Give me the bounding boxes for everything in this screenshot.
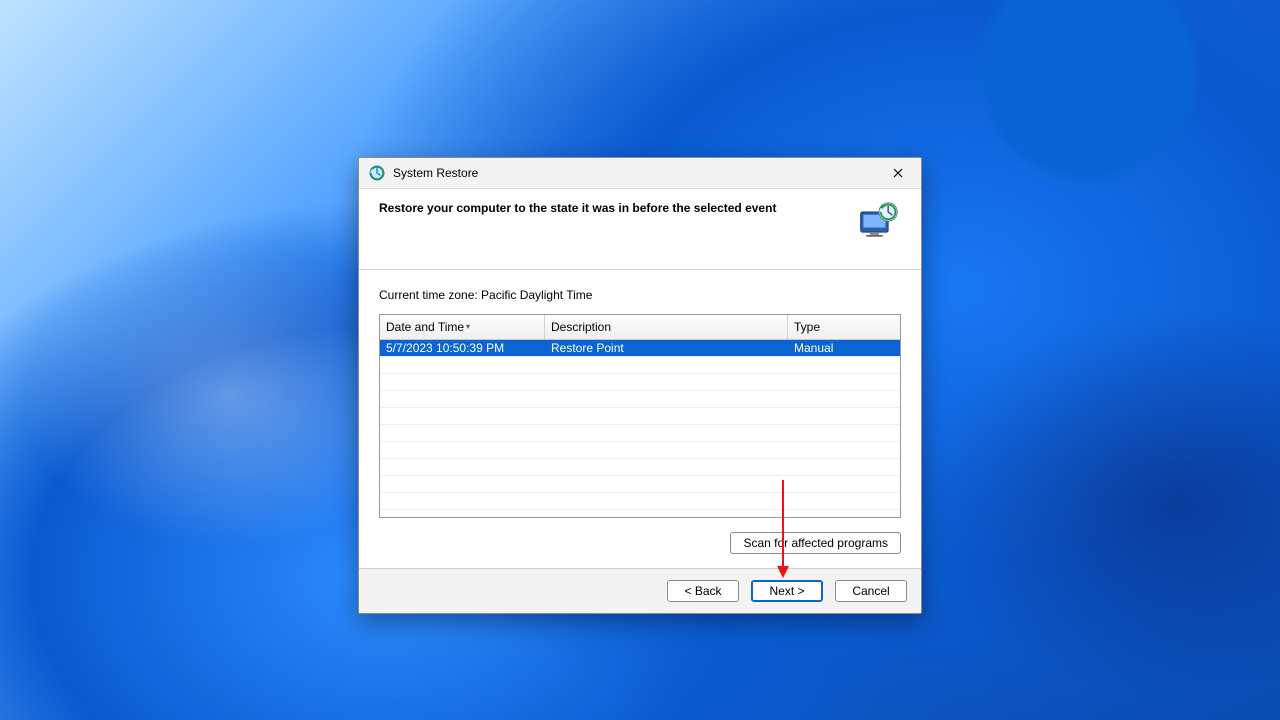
wizard-header: Restore your computer to the state it wa… (359, 189, 921, 270)
col-header-label: Date and Time (386, 320, 464, 334)
system-restore-dialog: System Restore Restore your computer to … (358, 157, 922, 614)
window-title: System Restore (393, 166, 478, 180)
table-header-row: Date and Time ▾ Description Type (380, 315, 900, 340)
table-row-empty (380, 356, 900, 373)
close-icon (893, 168, 903, 178)
system-restore-icon (369, 165, 385, 181)
table-row-empty (380, 492, 900, 509)
table-row-empty (380, 441, 900, 458)
timezone-label: Current time zone: Pacific Daylight Time (379, 288, 901, 302)
cancel-button[interactable]: Cancel (835, 580, 907, 602)
cell-description: Restore Point (544, 341, 788, 355)
close-button[interactable] (881, 162, 915, 184)
col-header-label: Description (551, 320, 611, 334)
table-row-empty (380, 424, 900, 441)
annotation-arrow-icon (782, 480, 784, 576)
col-header-description[interactable]: Description (545, 315, 788, 339)
col-header-date-time[interactable]: Date and Time ▾ (380, 315, 545, 339)
col-header-type[interactable]: Type (788, 315, 900, 339)
table-row-empty (380, 458, 900, 475)
back-button[interactable]: < Back (667, 580, 739, 602)
table-row-empty (380, 509, 900, 518)
table-row-empty (380, 373, 900, 390)
wizard-body: Current time zone: Pacific Daylight Time… (359, 270, 921, 568)
cell-type: Manual (788, 341, 900, 355)
table-row-empty (380, 390, 900, 407)
cell-date-time: 5/7/2023 10:50:39 PM (380, 341, 544, 355)
scan-affected-programs-button[interactable]: Scan for affected programs (730, 532, 901, 554)
next-button[interactable]: Next > (751, 580, 823, 602)
col-header-label: Type (794, 320, 820, 334)
sort-desc-icon: ▾ (466, 322, 470, 331)
table-row[interactable]: 5/7/2023 10:50:39 PM Restore Point Manua… (380, 340, 900, 356)
restore-points-table[interactable]: Date and Time ▾ Description Type 5/7/202… (379, 314, 901, 518)
table-row-empty (380, 475, 900, 492)
restore-monitor-icon (857, 201, 901, 241)
table-body: 5/7/2023 10:50:39 PM Restore Point Manua… (380, 340, 900, 518)
titlebar[interactable]: System Restore (359, 158, 921, 189)
table-row-empty (380, 407, 900, 424)
desktop-background: System Restore Restore your computer to … (0, 0, 1280, 720)
wizard-headline: Restore your computer to the state it wa… (379, 201, 845, 217)
wizard-footer: < Back Next > Cancel (359, 568, 921, 613)
